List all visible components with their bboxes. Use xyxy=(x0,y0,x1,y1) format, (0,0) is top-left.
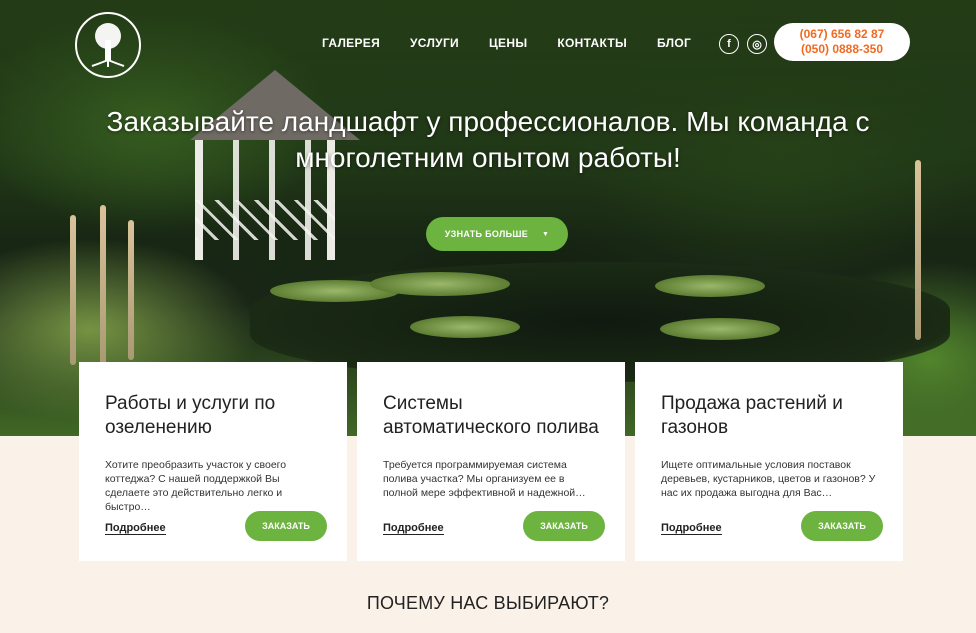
more-link[interactable]: Подробнее xyxy=(661,522,722,535)
card-title: Работы и услуги по озеленению xyxy=(105,393,276,438)
lily-pad-image xyxy=(660,318,780,340)
grass-image xyxy=(100,205,106,365)
order-button[interactable]: ЗАКАЗАТЬ xyxy=(801,511,883,541)
card-title: Продажа растений и газонов xyxy=(661,393,843,438)
card-title: Системы автоматического полива xyxy=(383,393,599,438)
grass-image xyxy=(915,160,921,340)
card-text: Требуется программируемая система полива… xyxy=(383,459,586,499)
logo[interactable] xyxy=(75,12,141,78)
more-link[interactable]: Подробнее xyxy=(105,522,166,535)
more-link[interactable]: Подробнее xyxy=(383,522,444,535)
grass-image xyxy=(70,215,76,365)
service-card-plants: Продажа растений и газонов Ищете оптимал… xyxy=(635,362,903,561)
phone-number-1[interactable]: (067) 656 82 87 xyxy=(800,27,885,42)
card-text: Ищете оптимальные условия поставок дерев… xyxy=(661,459,876,499)
hero-headline: Заказывайте ландшафт у профессионалов. М… xyxy=(106,106,870,173)
chevron-down-icon: ▼ xyxy=(542,230,550,238)
service-card-irrigation: Системы автоматического полива Требуется… xyxy=(357,362,625,561)
nav-contacts[interactable]: КОНТАКТЫ xyxy=(557,36,627,50)
order-button[interactable]: ЗАКАЗАТЬ xyxy=(245,511,327,541)
learn-more-label: УЗНАТЬ БОЛЬШЕ xyxy=(444,229,528,239)
nav-prices[interactable]: ЦЕНЫ xyxy=(489,36,527,50)
nav-services[interactable]: УСЛУГИ xyxy=(410,36,459,50)
instagram-icon[interactable]: ◎ xyxy=(747,34,767,54)
service-card-greening: Работы и услуги по озеленению Хотите пре… xyxy=(79,362,347,561)
facebook-icon[interactable]: f xyxy=(719,34,739,54)
lily-pad-image xyxy=(370,272,510,296)
phone-number-2[interactable]: (050) 0888-350 xyxy=(801,42,883,57)
lily-pad-image xyxy=(655,275,765,297)
nav-gallery[interactable]: ГАЛЕРЕЯ xyxy=(322,36,380,50)
tree-icon xyxy=(91,23,125,67)
learn-more-button[interactable]: УЗНАТЬ БОЛЬШЕ ▼ xyxy=(426,217,568,251)
card-text: Хотите преобразить участок у своего котт… xyxy=(105,459,287,513)
why-us-heading: ПОЧЕМУ НАС ВЫБИРАЮТ? xyxy=(366,593,610,613)
phone-box[interactable]: (067) 656 82 87 (050) 0888-350 xyxy=(774,23,910,61)
nav-blog[interactable]: БЛОГ xyxy=(657,36,691,50)
order-button[interactable]: ЗАКАЗАТЬ xyxy=(523,511,605,541)
grass-image xyxy=(128,220,134,360)
gazebo-railing-image xyxy=(195,200,335,240)
lily-pad-image xyxy=(410,316,520,338)
main-nav: ГАЛЕРЕЯ УСЛУГИ ЦЕНЫ КОНТАКТЫ БЛОГ xyxy=(322,36,691,50)
